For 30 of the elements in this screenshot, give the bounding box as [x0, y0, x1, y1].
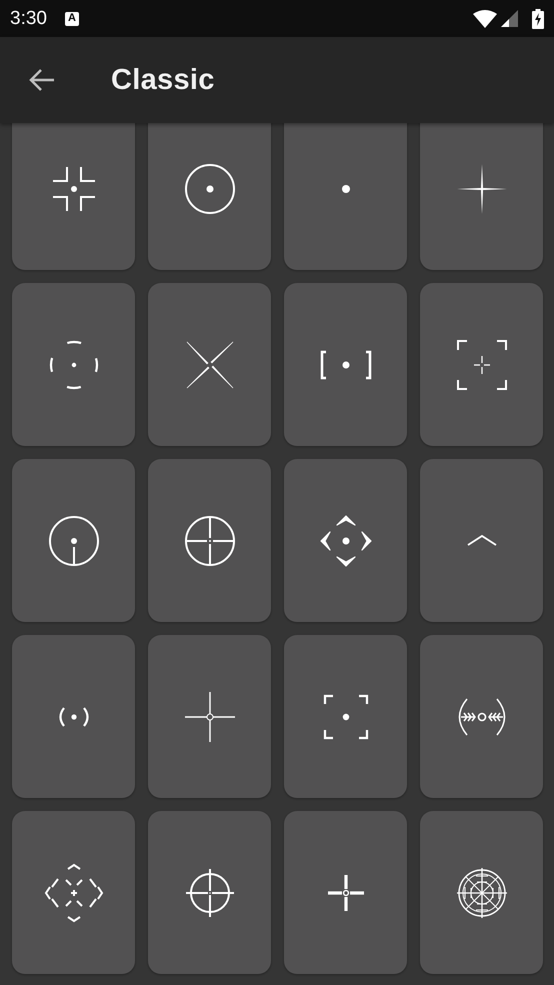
battery-icon	[532, 8, 544, 28]
crosshair-tile[interactable]	[148, 811, 271, 974]
crosshair-tile[interactable]	[420, 283, 543, 446]
crosshair-tile[interactable]	[420, 459, 543, 622]
crosshair-tile[interactable]	[420, 811, 543, 974]
crosshair-tile[interactable]	[284, 459, 407, 622]
crosshair-tile[interactable]	[284, 123, 407, 270]
crosshair-tile[interactable]	[148, 123, 271, 270]
crosshair-tile[interactable]	[12, 811, 135, 974]
crosshair-tile[interactable]	[12, 459, 135, 622]
crosshair-icon	[44, 862, 104, 922]
crosshair-tile[interactable]	[148, 459, 271, 622]
status-time: 3:30	[10, 8, 47, 30]
crosshair-tile[interactable]	[12, 123, 135, 270]
wifi-icon	[473, 10, 497, 28]
crosshair-icon	[466, 534, 498, 547]
back-arrow-icon[interactable]	[28, 68, 56, 92]
crosshair-tile[interactable]	[420, 123, 543, 270]
notification-icon: A	[64, 12, 79, 26]
crosshair-tile[interactable]	[284, 811, 407, 974]
crosshair-tile[interactable]	[148, 283, 271, 446]
signal-icon	[501, 10, 518, 27]
crosshair-icon	[340, 184, 350, 194]
screen-title: Classic	[111, 64, 215, 96]
crosshair-tile[interactable]	[284, 283, 407, 446]
crosshair-tile[interactable]	[420, 635, 543, 798]
crosshair-tile[interactable]	[148, 635, 271, 798]
crosshair-tile[interactable]	[12, 635, 135, 798]
crosshair-tile[interactable]	[12, 283, 135, 446]
crosshair-tile[interactable]	[284, 635, 407, 798]
